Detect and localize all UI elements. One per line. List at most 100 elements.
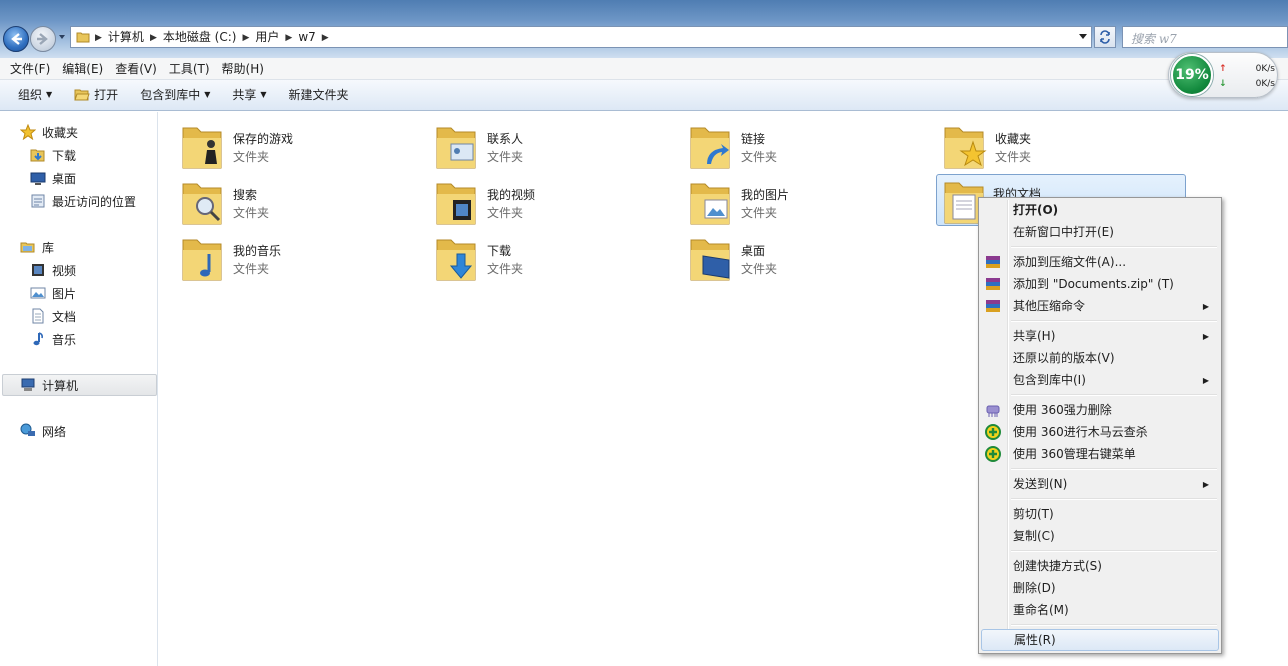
folder-links[interactable]: 链接 文件夹 <box>669 116 919 170</box>
menu-separator <box>1011 498 1217 500</box>
forward-button[interactable] <box>30 26 56 52</box>
folder-searches[interactable]: 搜索 文件夹 <box>161 172 411 226</box>
ctx-add-to-zip[interactable]: 添加到 "Documents.zip" (T) <box>981 273 1219 295</box>
ctx-share[interactable]: 共享(H) ▶ <box>981 325 1219 347</box>
recent-pages-dropdown[interactable] <box>58 33 66 41</box>
ctx-label: 删除(D) <box>1013 581 1056 595</box>
upload-arrow-icon: ↑ <box>1219 64 1227 74</box>
chevron-down-icon: ▼ <box>260 90 267 99</box>
search-input[interactable]: 搜索 w7 <box>1122 26 1288 48</box>
nav-favorites[interactable]: 收藏夹 <box>20 122 78 142</box>
menu-file[interactable]: 文件(F) <box>4 59 56 79</box>
folder-type: 文件夹 <box>487 150 524 164</box>
download-folder-icon <box>30 149 45 162</box>
nav-music[interactable]: 音乐 <box>30 329 76 349</box>
refresh-icon <box>1100 30 1110 44</box>
address-box[interactable]: ▶ 计算机 ▶ 本地磁盘 (C:) ▶ 用户 ▶ w7 ▶ <box>70 26 1092 48</box>
360-percent-badge: 19% <box>1171 54 1213 96</box>
breadcrumb-separator[interactable]: ▶ <box>322 33 329 43</box>
ctx-send-to[interactable]: 发送到(N) ▶ <box>981 473 1219 495</box>
back-button[interactable] <box>3 26 29 52</box>
ctx-label: 添加到 "Documents.zip" (T) <box>1013 277 1174 291</box>
folder-name: 搜索 <box>233 188 258 202</box>
ctx-create-shortcut[interactable]: 创建快捷方式(S) <box>981 555 1219 577</box>
folder-icon <box>182 183 222 225</box>
folder-favorites[interactable]: 收藏夹 文件夹 <box>923 116 1173 170</box>
folder-desktop[interactable]: 桌面 文件夹 <box>669 228 919 282</box>
ctx-label: 使用 360强力删除 <box>1013 403 1112 417</box>
nav-label: 视频 <box>52 263 77 278</box>
menu-edit[interactable]: 编辑(E) <box>56 59 109 79</box>
new-folder-button[interactable]: 新建文件夹 <box>281 83 357 107</box>
ctx-360-manage[interactable]: 使用 360管理右键菜单 <box>981 443 1219 465</box>
menu-separator <box>1011 246 1217 248</box>
nav-computer[interactable]: 计算机 <box>20 375 78 395</box>
download-arrow-icon: ↓ <box>1219 79 1227 89</box>
nav-network[interactable]: 网络 <box>20 421 66 441</box>
ctx-label: 包含到库中(I) <box>1013 373 1086 387</box>
folder-saved-games[interactable]: 保存的游戏 文件夹 <box>161 116 411 170</box>
folder-icon <box>182 239 222 281</box>
nav-documents[interactable]: 文档 <box>30 306 76 326</box>
refresh-button[interactable] <box>1094 26 1116 48</box>
folder-type: 文件夹 <box>233 150 270 164</box>
ctx-label: 使用 360进行木马云查杀 <box>1013 425 1148 439</box>
ctx-rename[interactable]: 重命名(M) <box>981 599 1219 621</box>
breadcrumb-users[interactable]: 用户 <box>249 30 285 45</box>
download-speed: 0K/s <box>1255 79 1275 89</box>
ctx-add-to-archive[interactable]: 添加到压缩文件(A)... <box>981 251 1219 273</box>
include-in-library-button[interactable]: 包含到库中 ▼ <box>132 83 218 107</box>
folder-icon <box>436 183 476 225</box>
breadcrumb-separator[interactable]: ▶ <box>95 33 102 43</box>
ctx-label: 发送到(N) <box>1013 477 1068 491</box>
folder-my-pictures[interactable]: 我的图片 文件夹 <box>669 172 919 226</box>
organize-button[interactable]: 组织 ▼ <box>10 83 60 107</box>
ctx-open-new-window[interactable]: 在新窗口中打开(E) <box>981 221 1219 243</box>
nav-label: 下载 <box>52 148 77 163</box>
folder-my-videos[interactable]: 我的视频 文件夹 <box>415 172 665 226</box>
360-speed-widget[interactable]: 19% ↑ 0K/s ↓ 0K/s <box>1168 52 1278 98</box>
breadcrumb-separator[interactable]: ▶ <box>242 33 249 43</box>
menu-help[interactable]: 帮助(H) <box>216 59 270 79</box>
nav-libraries[interactable]: 库 <box>20 237 54 257</box>
360-shield-icon <box>985 446 1001 462</box>
desktop-icon <box>30 172 46 185</box>
ctx-delete[interactable]: 删除(D) <box>981 577 1219 599</box>
ctx-label: 使用 360管理右键菜单 <box>1013 447 1136 461</box>
nav-downloads[interactable]: 下载 <box>30 145 76 165</box>
folder-contacts[interactable]: 联系人 文件夹 <box>415 116 665 170</box>
breadcrumb-separator[interactable]: ▶ <box>150 33 157 43</box>
ctx-restore-previous[interactable]: 还原以前的版本(V) <box>981 347 1219 369</box>
breadcrumb-local-disk[interactable]: 本地磁盘 (C:) <box>157 30 243 45</box>
folder-type: 文件夹 <box>233 206 270 220</box>
nav-desktop[interactable]: 桌面 <box>30 168 76 188</box>
menu-view[interactable]: 查看(V) <box>109 59 163 79</box>
nav-videos[interactable]: 视频 <box>30 260 76 280</box>
ctx-other-compress[interactable]: 其他压缩命令 ▶ <box>981 295 1219 317</box>
open-label: 打开 <box>94 88 119 102</box>
winrar-icon <box>986 256 1000 268</box>
ctx-cut[interactable]: 剪切(T) <box>981 503 1219 525</box>
ctx-360-delete[interactable]: 使用 360强力删除 <box>981 399 1219 421</box>
ctx-label: 添加到压缩文件(A)... <box>1013 255 1127 269</box>
breadcrumb-separator[interactable]: ▶ <box>285 33 292 43</box>
breadcrumb-computer[interactable]: 计算机 <box>102 30 150 45</box>
address-dropdown-icon[interactable] <box>1079 34 1087 40</box>
ctx-label: 还原以前的版本(V) <box>1013 351 1115 365</box>
folder-my-music[interactable]: 我的音乐 文件夹 <box>161 228 411 282</box>
folder-type: 文件夹 <box>487 262 524 276</box>
nav-pictures[interactable]: 图片 <box>30 283 76 303</box>
folder-downloads[interactable]: 下载 文件夹 <box>415 228 665 282</box>
share-button[interactable]: 共享 ▼ <box>224 83 274 107</box>
ctx-label: 复制(C) <box>1013 529 1055 543</box>
submenu-arrow-icon: ▶ <box>1202 331 1209 341</box>
open-button[interactable]: 打开 <box>66 83 126 107</box>
ctx-open[interactable]: 打开(O) <box>981 199 1219 221</box>
ctx-copy[interactable]: 复制(C) <box>981 525 1219 547</box>
ctx-properties[interactable]: 属性(R) <box>981 629 1219 651</box>
ctx-360-scan[interactable]: 使用 360进行木马云查杀 <box>981 421 1219 443</box>
breadcrumb-w7[interactable]: w7 <box>292 30 321 45</box>
nav-recent-places[interactable]: 最近访问的位置 <box>30 191 136 211</box>
ctx-include-library[interactable]: 包含到库中(I) ▶ <box>981 369 1219 391</box>
menu-tools[interactable]: 工具(T) <box>163 59 216 79</box>
